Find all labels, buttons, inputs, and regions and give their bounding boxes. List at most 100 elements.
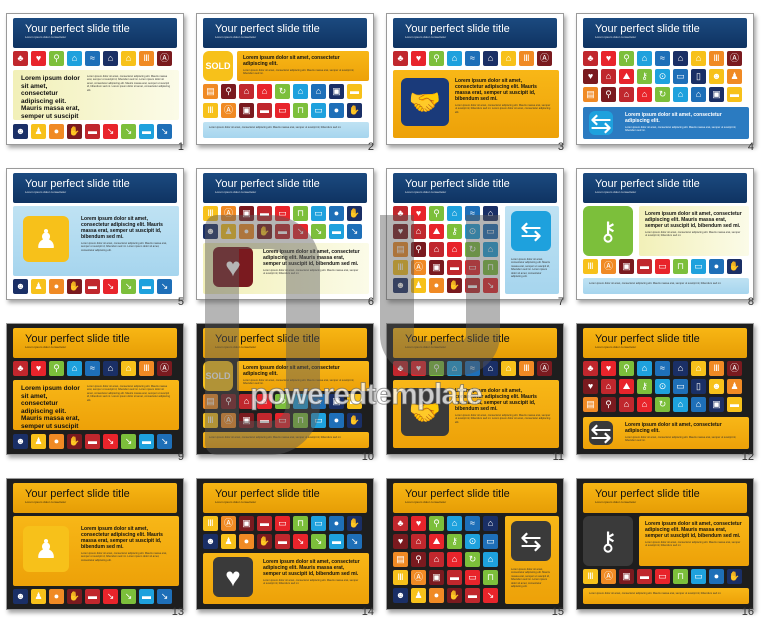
agent-icon: ♟	[31, 279, 46, 294]
sale-house-icon: ⌂	[673, 51, 688, 66]
slide-thumbnail[interactable]: Your perfect slide title Lorem ipsum dolo…	[386, 323, 564, 455]
settings-house-icon: ⌂	[293, 394, 308, 409]
slide-thumbnail[interactable]: Your perfect slide title Lorem ipsum dolo…	[386, 168, 564, 300]
house-icon: ⌂	[637, 51, 652, 66]
family-care-icon: ♣	[393, 516, 408, 531]
slide-lead-text: Lorem ipsum dolor sit amet, consectetur …	[455, 78, 537, 102]
slide-thumbnail[interactable]: Your perfect slide title Lorem ipsum dolo…	[386, 13, 564, 145]
percent-house-icon: ⌂	[239, 394, 254, 409]
piggy-bank-icon: ●	[709, 259, 724, 274]
slide-title-bar: Your perfect slide title Lorem ipsum dolo…	[393, 328, 557, 358]
businessman-icon: ♟	[727, 69, 742, 84]
slide-thumbnail[interactable]: Your perfect slide title Lorem ipsum dolo…	[576, 13, 754, 145]
delivery-truck-icon: ▬	[139, 279, 154, 294]
slide-thumbnail-cell[interactable]: Your perfect slide title Lorem ipsum dolo…	[380, 155, 570, 310]
piggy-bank-icon: ●	[329, 206, 344, 221]
slide-body-text: Lorem ipsum dolor sit amet, consectetur …	[81, 242, 167, 252]
slide-thumbnail[interactable]: Your perfect slide title Lorem ipsum dolo…	[6, 323, 184, 455]
slide-thumbnail-cell[interactable]: Your perfect slide title Lorem ipsum dolo…	[0, 310, 190, 465]
garage-door-icon: ▣	[709, 87, 724, 102]
moving-truck-icon: ▬	[85, 434, 100, 449]
icon-row: ☻ ♟ ● ✋ ▬ ↘ ↘ ▬ ↘	[13, 589, 172, 604]
slide-lead-text: Lorem ipsum dolor sit amet, consectetur …	[243, 55, 340, 67]
hand-truck-icon: ↘	[483, 588, 498, 603]
delivery-truck-icon: ▬	[329, 534, 344, 549]
fence-icon: Ⅲ	[519, 361, 534, 376]
slide-thumbnail[interactable]: Your perfect slide title Lorem ipsum dolo…	[576, 323, 754, 455]
slide-number: 16	[741, 606, 754, 618]
sale-house-icon: ⌂	[483, 51, 498, 66]
footer-panel: Lorem ipsum dolor sit amet, consectetur …	[203, 432, 369, 448]
icon-row: Ⅲ Ⓐ ▣ ▬ ▭ ⊓ ▭ ● ✋	[583, 569, 742, 584]
handshake-icon: ✋	[727, 259, 742, 274]
slide-footer-text: Lorem ipsum dolor sit amet, consectetur …	[589, 592, 722, 595]
slide-title-bar: Your perfect slide title Lorem ipsum dolo…	[203, 483, 367, 513]
slide-thumbnail[interactable]: Your perfect slide title Lorem ipsum dolo…	[196, 168, 374, 300]
slide-thumbnail[interactable]: Your perfect slide title Lorem ipsum dolo…	[576, 168, 754, 300]
slide-thumbnail-cell[interactable]: Your perfect slide title Lorem ipsum dolo…	[0, 465, 190, 620]
icon-row: ☻ ♟ ● ✋ ▬ ↘ ↘ ▬ ↘	[203, 534, 362, 549]
handshake-icon: ✋	[257, 224, 272, 239]
armchair-icon: ⊓	[293, 413, 308, 428]
slide-thumbnail-cell[interactable]: Your perfect slide title Lorem ipsum dolo…	[190, 310, 380, 465]
content-panel: Lorem ipsum dolor sit amet, consectetur …	[237, 361, 369, 391]
slide-thumbnail-cell[interactable]: Your perfect slide title Lorem ipsum dolo…	[570, 0, 760, 155]
care-hands-icon: ♥	[213, 247, 253, 287]
slide-thumbnail[interactable]: Your perfect slide title Lorem ipsum dolo…	[196, 323, 374, 455]
slide-title-bar: Your perfect slide title Lorem ipsum dolo…	[13, 173, 177, 203]
fence-icon: Ⅲ	[583, 259, 598, 274]
slide-thumbnail-cell[interactable]: Your perfect slide title Lorem ipsum dolo…	[0, 0, 190, 155]
slide-thumbnail-cell[interactable]: Your perfect slide title Lorem ipsum dolo…	[190, 155, 380, 310]
slide-thumbnail-cell[interactable]: Your perfect slide title Lorem ipsum dolo…	[190, 465, 380, 620]
slide-thumbnail-cell[interactable]: Your perfect slide title Lorem ipsum dolo…	[190, 0, 380, 155]
garage-icon: ▣	[239, 516, 254, 531]
slide-thumbnail-cell[interactable]: Your perfect slide title Lorem ipsum dolo…	[380, 465, 570, 620]
slide-body-text: Lorem ipsum dolor sit amet, consectetur …	[511, 258, 550, 279]
slide-thumbnail-cell[interactable]: Your perfect slide title Lorem ipsum dolo…	[570, 465, 760, 620]
slide-thumbnail[interactable]: Your perfect slide title Lorem ipsum dolo…	[196, 13, 374, 145]
agent-icon: ♟	[31, 434, 46, 449]
slide-title: Your perfect slide title	[595, 333, 700, 345]
refresh-house-icon: ↻	[465, 242, 480, 257]
bed-icon: ▬	[257, 516, 272, 531]
slide-lead-text: Lorem ipsum dolor sit amet, consectetur …	[243, 365, 340, 377]
moving-truck-icon: ▬	[275, 224, 290, 239]
icon-row: Ⅲ Ⓐ ▣ ▬ ▭ ⊓	[393, 260, 498, 275]
icon-row: Ⅲ Ⓐ ▣ ▬ ▭ ⊓	[393, 570, 498, 585]
garage-icon: ▣	[239, 103, 254, 118]
lock-house-icon: ⌂	[311, 84, 326, 99]
sold-sign-icon: SOLD	[203, 51, 233, 81]
delivery-truck-icon: ⇆	[589, 417, 613, 448]
sofa-icon: ▭	[465, 260, 480, 275]
handshake-icon: ✋	[727, 569, 742, 584]
slide-thumbnail[interactable]: Your perfect slide title Lorem ipsum dolo…	[6, 168, 184, 300]
icon-row: ☻ ♟ ● ✋ ▬ ↘	[393, 588, 498, 603]
icon-row: ♣ ♥ ⚲ ⌂ ≈ ⌂	[393, 206, 498, 221]
slide-thumbnail-cell[interactable]: Your perfect slide title Lorem ipsum dolo…	[0, 155, 190, 310]
slide-thumbnail-cell[interactable]: Your perfect slide title Lorem ipsum dolo…	[570, 155, 760, 310]
search-home-icon: ⚲	[429, 51, 444, 66]
slide-thumbnail[interactable]: Your perfect slide title Lorem ipsum dolo…	[6, 13, 184, 145]
slide-thumbnail[interactable]: Your perfect slide title Lorem ipsum dolo…	[6, 478, 184, 610]
document-icon: ▤	[393, 242, 408, 257]
dolly-icon: ↘	[121, 124, 136, 139]
slide-thumbnail[interactable]: Your perfect slide title Lorem ipsum dolo…	[386, 478, 564, 610]
slide-lead-text: Lorem ipsum dolor sit amet, consectetur …	[21, 75, 80, 120]
slide-thumbnail-cell[interactable]: Your perfect slide title Lorem ipsum dolo…	[570, 310, 760, 465]
percent-house-icon: ⌂	[619, 397, 634, 412]
inspect-icon: ⚲	[601, 397, 616, 412]
slide-thumbnail-cell[interactable]: Your perfect slide title Lorem ipsum dolo…	[380, 310, 570, 465]
handshake-icon: ✋	[347, 206, 362, 221]
trolley-icon: ↘	[157, 434, 172, 449]
agent-icon: ♟	[31, 124, 46, 139]
slide-body-text: Lorem ipsum dolor sit amet, consectetur …	[455, 414, 551, 424]
slide-thumbnail[interactable]: Your perfect slide title Lorem ipsum dolo…	[576, 478, 754, 610]
sofa-icon: ▭	[275, 103, 290, 118]
slide-title-bar: Your perfect slide title Lorem ipsum dolo…	[393, 483, 557, 513]
hands-home-icon: ♥	[31, 361, 46, 376]
hand-truck-icon: ↘	[293, 534, 308, 549]
percent-house-icon: ⌂	[429, 242, 444, 257]
slide-thumbnail-cell[interactable]: Your perfect slide title Lorem ipsum dolo…	[380, 0, 570, 155]
garage-icon: Ⓐ	[157, 51, 172, 66]
slide-thumbnail[interactable]: Your perfect slide title Lorem ipsum dolo…	[196, 478, 374, 610]
